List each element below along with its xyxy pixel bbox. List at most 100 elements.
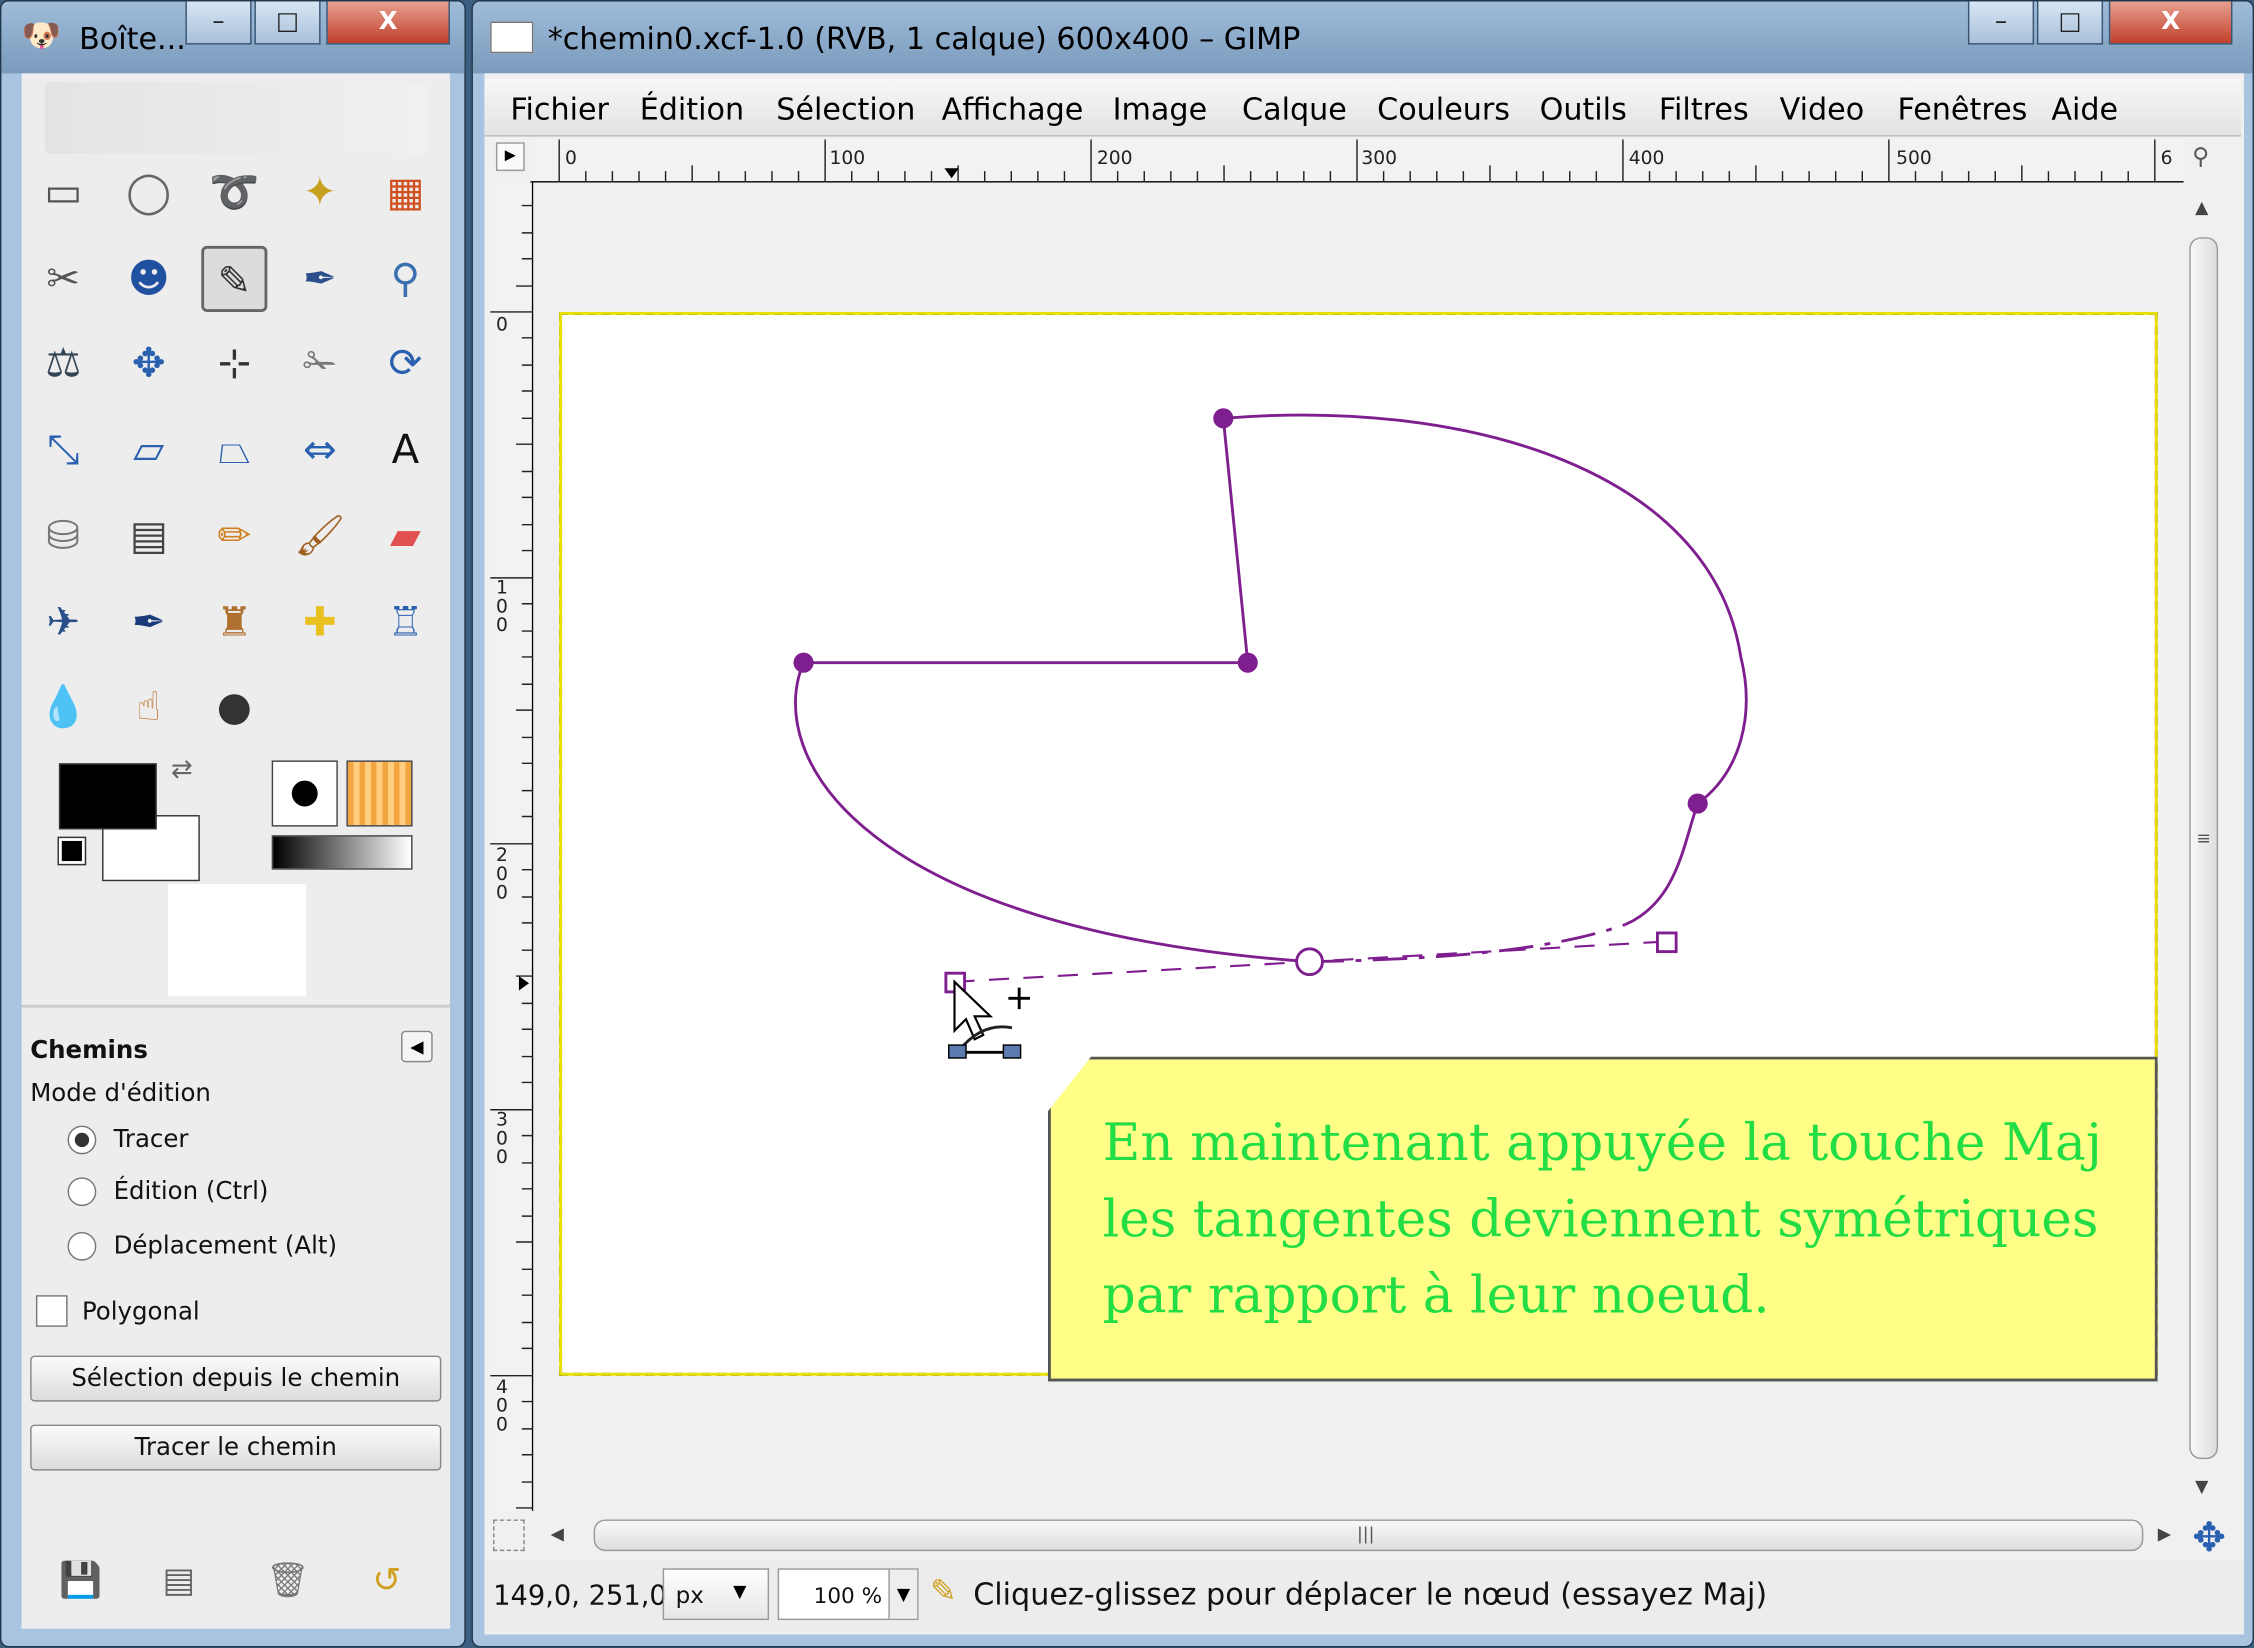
ink-icon[interactable]: ✒ [116,589,182,655]
move-icon[interactable]: ✥ [116,331,182,397]
path-segment-right [1625,803,1700,926]
fg-color-swatch[interactable] [58,763,157,830]
toolbox-window: 🐶 Boîte... – □ X ▭ ◯ ➰ ✦ ▦ ✂ ☻ ✎ ✒ ⚲ ⚖ ✥ ⊹ ✁ ⟳ ⤡ ▱ ⏢ ⇔ A ⛁ ▤ ✏… [0,0,466,1648]
default-colors-icon[interactable] [57,836,87,866]
clone-icon[interactable]: ♜ [201,589,267,655]
path-segment-active [1309,922,1627,964]
polygonal-checkbox[interactable] [35,1295,68,1327]
toolbox-titlebar[interactable]: 🐶 Boîte... – □ X [1,1,465,74]
scroll-left-arrow-icon[interactable]: ◀ [551,1524,564,1544]
menu-image[interactable]: Image [1113,92,1208,127]
zoom-follow-icon[interactable]: ⚲ [2192,142,2224,174]
align-icon[interactable]: ⊹ [201,331,267,397]
vertical-ruler: 0 1 0 0 2 0 0 3 0 0 4 0 0 [490,182,534,1511]
brush-preview[interactable] [271,760,338,827]
image-preview[interactable] [168,884,307,997]
swap-colors-icon[interactable]: ⇄ [171,755,193,785]
pattern-preview[interactable] [346,760,413,827]
unit-select-value: px [675,1581,704,1609]
text-icon[interactable]: A [372,417,438,483]
radio-edition-label: Édition (Ctrl) [113,1177,269,1207]
radio-edition[interactable] [67,1177,97,1207]
scissors-icon[interactable]: ✂ [30,245,96,311]
menu-selection[interactable]: Sélection [776,92,915,127]
color-picker-icon[interactable]: ✒ [287,245,353,311]
horizontal-scrollbar[interactable]: ◀ ||| ▶ [533,1516,2187,1554]
hruler-pointer-icon [944,168,959,179]
image-maximize-button[interactable]: □ [2036,1,2104,45]
image-minimize-button[interactable]: – [1967,1,2035,45]
restore-options-icon[interactable]: ▤ [162,1560,195,1600]
rotate-icon[interactable]: ⟳ [372,331,438,397]
menu-aide[interactable]: Aide [2051,92,2118,127]
menu-edition[interactable]: Édition [640,92,744,127]
blend-icon[interactable]: ▤ [116,503,182,569]
unit-select[interactable]: px ▼ [662,1568,770,1621]
toolbox-minimize-button[interactable]: – [185,1,252,45]
document-icon [490,21,534,54]
toolbox-maximize-button[interactable]: □ [254,1,321,45]
measure-icon[interactable]: ⚖ [30,331,96,397]
horizontal-scroll-thumb[interactable]: ||| [593,1519,2144,1552]
options-collapse-icon[interactable]: ◀ [401,1030,433,1063]
menu-fenetres[interactable]: Fenêtres [1898,92,2028,127]
menu-filtres[interactable]: Filtres [1659,92,1749,127]
heal-icon[interactable]: ✚ [287,589,353,655]
free-select-icon[interactable]: ➰ [201,160,267,226]
zoom-combo[interactable]: 100 % ▼ [777,1568,919,1621]
smudge-icon[interactable]: ☝ [116,674,182,740]
navigate-selection-icon[interactable] [493,1519,525,1552]
radio-tracer[interactable] [67,1125,97,1155]
rect-select-icon[interactable]: ▭ [30,160,96,226]
stroke-path-button[interactable]: Tracer le chemin [30,1424,442,1471]
delete-options-icon[interactable]: 🗑 [266,1560,310,1600]
image-titlebar[interactable]: *chemin0.xcf-1.0 (RVB, 1 calque) 600x400… [472,1,2253,74]
callout-text: En maintenant appuyée la touche Maj les … [1102,1114,2102,1326]
grip-icon: ≡ [2196,828,2211,849]
radio-deplacement[interactable] [67,1231,97,1261]
active-path-node [1295,947,1324,977]
scroll-down-arrow-icon[interactable]: ▼ [2195,1476,2208,1496]
mouse-cursor-icon [948,979,1030,1059]
image-close-button[interactable]: X [2108,1,2233,45]
toolbox-close-button[interactable]: X [326,1,450,45]
reset-options-icon[interactable]: ↺ [372,1560,401,1600]
fuzzy-select-icon[interactable]: ✦ [287,160,353,226]
shear-icon[interactable]: ▱ [116,417,182,483]
save-options-icon[interactable]: 💾 [59,1560,102,1600]
crop-icon[interactable]: ✁ [287,331,353,397]
quick-mask-menu-icon[interactable]: ▶ [495,142,525,172]
path-segment-bottom [794,662,1310,964]
dodge-burn-icon[interactable]: ● [201,674,267,740]
color-select-icon[interactable]: ▦ [372,160,438,226]
canvas-viewport[interactable]: En maintenant appuyée la touche Maj les … [533,182,2184,1511]
menu-fichier[interactable]: Fichier [510,92,609,127]
menu-outils[interactable]: Outils [1540,92,1627,127]
zoom-dropdown-icon[interactable]: ▼ [888,1569,918,1619]
foreground-select-icon[interactable]: ☻ [116,245,182,311]
vertical-scrollbar[interactable]: ▲ ≡ ▼ [2186,188,2221,1511]
flip-icon[interactable]: ⇔ [287,417,353,483]
scroll-right-arrow-icon[interactable]: ▶ [2158,1524,2171,1544]
pencil-icon[interactable]: ✏ [201,503,267,569]
zoom-icon[interactable]: ⚲ [372,245,438,311]
bucket-fill-icon[interactable]: ⛁ [30,503,96,569]
menu-couleurs[interactable]: Couleurs [1377,92,1510,127]
eraser-icon[interactable]: ▰ [372,503,438,569]
scale-icon[interactable]: ⤡ [30,417,96,483]
airbrush-icon[interactable]: ✈ [30,589,96,655]
menu-affichage[interactable]: Affichage [942,92,1084,127]
gradient-preview[interactable] [271,835,413,870]
paths-tool-icon[interactable]: ✎ [201,245,268,312]
perspective-clone-icon[interactable]: ♖ [372,589,438,655]
blur-icon[interactable]: 💧 [30,674,96,740]
paintbrush-icon[interactable]: 🖌 [287,503,353,569]
navigate-move-icon[interactable]: ✥ [2192,1514,2226,1561]
perspective-icon[interactable]: ⏢ [201,417,267,483]
scroll-up-arrow-icon[interactable]: ▲ [2195,197,2208,217]
vertical-scroll-thumb[interactable]: ≡ [2189,237,2219,1460]
ellipse-select-icon[interactable]: ◯ [116,160,182,226]
menu-calque[interactable]: Calque [1242,92,1347,127]
menu-video[interactable]: Video [1780,92,1865,127]
selection-from-path-button[interactable]: Sélection depuis le chemin [30,1355,442,1402]
